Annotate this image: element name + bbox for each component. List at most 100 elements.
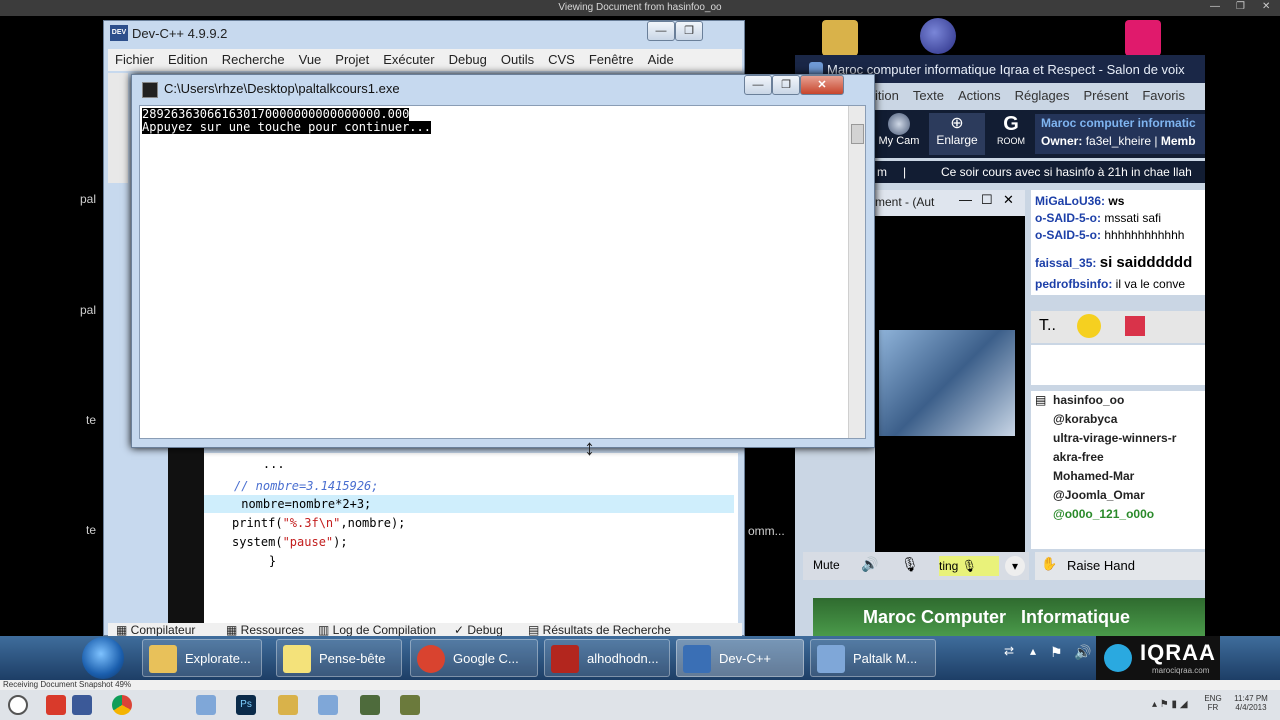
raise-hand-button[interactable]: ✋ Raise Hand (1035, 552, 1205, 580)
enlarge-button[interactable]: ⊕ Enlarge (929, 113, 985, 155)
menu-present[interactable]: Présent (1084, 88, 1129, 103)
folder-icon[interactable] (278, 695, 298, 715)
devcpp-restore-button[interactable]: ❐ (675, 21, 703, 41)
menu-cvs[interactable]: CVS (548, 52, 575, 67)
user-list: ▤ hasinfoo_oo @korabyca ultra-virage-win… (1031, 391, 1205, 549)
menu-actions[interactable]: Actions (958, 88, 1001, 103)
remote-app-icon[interactable] (8, 695, 28, 715)
chat-input[interactable] (1031, 345, 1205, 385)
desktop-icon-label[interactable]: te (86, 523, 96, 537)
taskbar-filezilla[interactable]: alhodhodn... (544, 639, 670, 677)
remote-restore-button[interactable]: ❐ (1236, 1, 1245, 12)
resize-cursor-icon: ↕ (584, 435, 595, 460)
paltalk-icon[interactable] (318, 695, 338, 715)
tray-arrow-icon[interactable]: ▴ (1030, 644, 1036, 658)
menu-favoris[interactable]: Favoris (1142, 88, 1185, 103)
user-list-item[interactable]: hasinfoo_oo (1053, 393, 1124, 407)
cam-close-button[interactable]: ✕ (1003, 192, 1014, 208)
photoshop-icon[interactable]: Ps (236, 695, 256, 715)
app-icon[interactable] (360, 695, 380, 715)
remote-close-button[interactable]: ✕ (1262, 1, 1270, 12)
scrollbar-thumb[interactable] (851, 124, 864, 144)
taskbar-explorer[interactable]: Explorate... (142, 639, 262, 677)
clock[interactable]: 11:47 PM 4/4/2013 (1228, 694, 1274, 712)
devcpp-titlebar[interactable]: DEV Dev-C++ 4.9.9.2 — ❐ (104, 21, 744, 47)
taskbar-pense-bete[interactable]: Pense-bête (276, 639, 402, 677)
console-output[interactable]: 289263630661630170000000000000000.000 Ap… (139, 105, 866, 439)
taskbar-paltalk[interactable]: Paltalk M... (810, 639, 936, 677)
network-icon[interactable]: ⇄ (1004, 644, 1014, 658)
user-list-item[interactable]: @o00o_121_o00o (1053, 507, 1154, 521)
menu-fichier[interactable]: Fichier (115, 52, 154, 67)
menu-texte[interactable]: Texte (913, 88, 944, 103)
talking-button[interactable]: ting 🎙 (939, 556, 999, 576)
user-list-item[interactable]: @korabyca (1053, 412, 1117, 426)
ticker-divider: | (903, 165, 907, 179)
menu-executer[interactable]: Exécuter (383, 52, 434, 67)
chrome-icon[interactable] (112, 695, 132, 715)
console-restore-button[interactable]: ❐ (772, 75, 800, 95)
console-close-button[interactable]: ✕ (800, 75, 844, 95)
console-scrollbar[interactable] (848, 106, 865, 438)
menu-recherche[interactable]: Recherche (222, 52, 285, 67)
flag-icon[interactable]: ⚑ (1050, 644, 1063, 661)
gmail-icon[interactable] (46, 695, 66, 715)
devcpp-minimize-button[interactable]: — (647, 21, 675, 41)
code-editor[interactable]: ... // nombre=3.1415926; nombre=nombre*2… (204, 453, 738, 628)
tab-resultats-recherche[interactable]: ▤ Résultats de Recherche (528, 623, 671, 637)
user-list-item[interactable]: Mohamed-Mar (1053, 469, 1134, 483)
volume-icon[interactable]: 🔊 (1074, 644, 1091, 661)
menu-vue[interactable]: Vue (299, 52, 322, 67)
room-banner: Maroc Computer Informatique (813, 598, 1205, 636)
user-list-item[interactable]: ultra-virage-winners-r (1053, 431, 1176, 445)
cam-video-feed (879, 330, 1015, 436)
menu-projet[interactable]: Projet (335, 52, 369, 67)
room-button[interactable]: G ROOM (993, 113, 1029, 155)
ticker-part: m (877, 165, 887, 179)
menu-edition[interactable]: ition (875, 88, 899, 103)
tab-ressources[interactable]: ▦ Ressources (226, 623, 304, 637)
cam-minimize-button[interactable]: — (959, 192, 972, 207)
menu-debug[interactable]: Debug (449, 52, 487, 67)
taskbar-devcpp[interactable]: Dev-C++ (676, 639, 804, 677)
taskbar-chrome[interactable]: Google C... (410, 639, 538, 677)
app-globe-icon[interactable] (920, 18, 956, 54)
tab-log-compilation[interactable]: ▥ Log de Compilation (318, 623, 436, 637)
tab-compilateur[interactable]: ▦ Compilateur (116, 623, 195, 637)
menu-fenetre[interactable]: Fenêtre (589, 52, 634, 67)
mycam-button[interactable]: My Cam (877, 113, 921, 155)
tab-debug[interactable]: ✓ Debug (454, 623, 503, 637)
tray-icons[interactable]: ▴ ⚑ ▮ ◢ (1152, 699, 1188, 710)
cam-restore-button[interactable]: ☐ (981, 192, 993, 208)
desktop-icon-label[interactable]: pal (80, 303, 96, 317)
menu-reglages[interactable]: Réglages (1015, 88, 1070, 103)
menu-outils[interactable]: Outils (501, 52, 534, 67)
menu-aide[interactable]: Aide (648, 52, 674, 67)
emoticon-icon[interactable] (1077, 314, 1101, 338)
microphone-icon[interactable]: 🎙 (901, 556, 919, 573)
mycam-label: My Cam (878, 135, 920, 147)
folder-icon[interactable] (822, 20, 858, 56)
menu-edition[interactable]: Edition (168, 52, 208, 67)
app-headset-icon[interactable] (1125, 20, 1161, 56)
text-format-button[interactable]: T.. (1039, 317, 1056, 335)
start-button[interactable] (82, 637, 124, 679)
paltalk-icon[interactable] (196, 695, 216, 715)
user-list-item[interactable]: @Joomla_Omar (1053, 488, 1145, 502)
console-minimize-button[interactable]: — (744, 75, 772, 95)
quick-launch-bar: Ps ▴ ⚑ ▮ ◢ ENG FR 11:47 PM 4/4/2013 (0, 690, 1280, 720)
ticker-message: Ce soir cours avec si hasinfo à 21h in c… (941, 165, 1192, 179)
desktop-icon-label[interactable]: pal (80, 192, 96, 206)
app-icon[interactable] (400, 695, 420, 715)
speaker-icon[interactable]: 🔊 (861, 556, 878, 573)
remote-minimize-button[interactable]: — (1210, 1, 1220, 12)
desktop-icon-label[interactable]: te (86, 413, 96, 427)
user-list-item[interactable]: akra-free (1053, 450, 1104, 464)
language-indicator[interactable]: ENG FR (1204, 694, 1222, 712)
raise-hand-label: Raise Hand (1067, 558, 1135, 573)
gift-icon[interactable] (1125, 316, 1145, 336)
facebook-icon[interactable] (72, 695, 92, 715)
cam-window-titlebar[interactable]: ment - (Aut — ☐ ✕ (875, 190, 1025, 216)
dropdown-icon[interactable]: ▾ (1005, 556, 1025, 576)
mute-button[interactable]: Mute (813, 558, 840, 572)
